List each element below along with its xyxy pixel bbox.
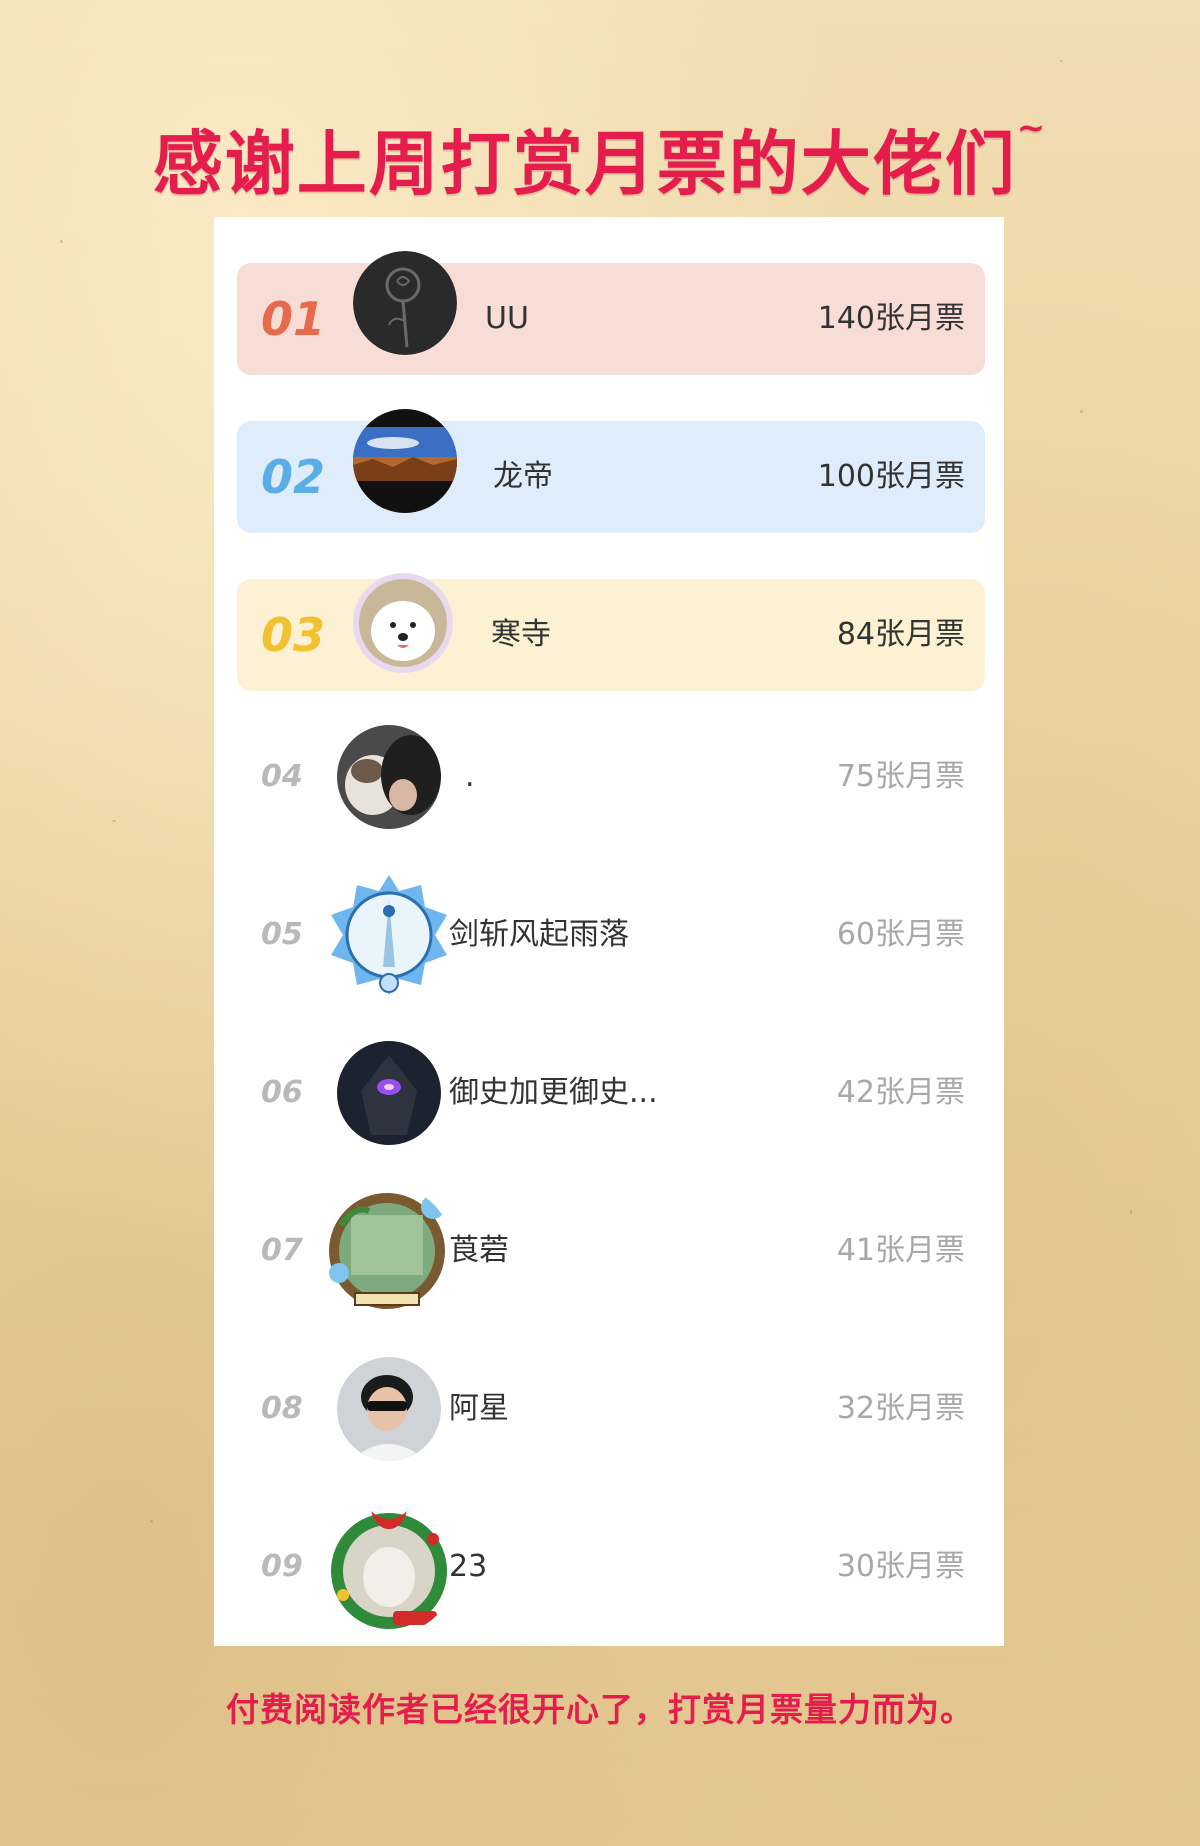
rank-number: 03: [261, 608, 326, 662]
footer-note: 付费阅读作者已经很开心了，打赏月票量力而为。: [226, 1690, 974, 1729]
dark-armor-avatar-icon: [337, 1041, 441, 1145]
vote-count: 100张月票: [817, 459, 965, 494]
user-name: 阿星: [449, 1391, 509, 1426]
user-name: 龙帝: [493, 459, 553, 494]
ranking-row-5[interactable]: 05 剑斩风起雨落 60张月票: [237, 875, 985, 995]
user-name: .: [465, 759, 475, 794]
vote-count: 84张月票: [836, 617, 965, 652]
rank-number: 09: [261, 1549, 303, 1584]
ranking-row-2[interactable]: 02 龙帝 100张月票: [237, 409, 985, 533]
user-name: 莨菪: [449, 1233, 509, 1268]
ice-crest-avatar-icon: [325, 871, 453, 999]
user-name: UU: [485, 301, 529, 336]
user-name: 御史加更御史...: [449, 1075, 658, 1110]
paper-speck: [60, 240, 63, 243]
paper-speck: [1060, 60, 1063, 62]
rose-avatar-icon: [353, 251, 457, 355]
ranking-row-9[interactable]: 09 23 30张月票: [237, 1511, 985, 1629]
ranking-row-3[interactable]: 03 寒寺 84张月票: [237, 573, 985, 691]
rank-number: 08: [261, 1391, 303, 1426]
ranking-row-7[interactable]: 07 莨菪 41张月票: [237, 1193, 985, 1309]
cat-and-person-avatar-icon: [337, 725, 441, 829]
user-name: 剑斩风起雨落: [449, 917, 629, 952]
rank-number: 05: [261, 917, 303, 952]
vote-count: 75张月票: [836, 759, 965, 794]
paper-speck: [112, 820, 116, 822]
user-name: 23: [449, 1549, 488, 1584]
landscape-avatar-icon: [353, 409, 457, 513]
user-name: 寒寺: [491, 617, 551, 652]
ranking-row-8[interactable]: 08 阿星 32张月票: [237, 1353, 985, 1465]
ranking-card: 01 UU 140张月票 02 龙帝 100张月票 03 寒寺 84张月票 04…: [214, 217, 1004, 1646]
ranking-row-1[interactable]: 01 UU 140张月票: [237, 251, 985, 375]
forest-wreath-avatar-icon: [321, 1185, 453, 1317]
ranking-row-4[interactable]: 04 . 75张月票: [237, 721, 985, 833]
paper-speck: [1080, 410, 1083, 413]
vote-count: 42张月票: [836, 1075, 965, 1110]
title-text: 感谢上周打赏月票的大佬们: [152, 123, 1017, 205]
vote-count: 140张月票: [817, 301, 965, 336]
vote-count: 60张月票: [836, 917, 965, 952]
paper-speck: [150, 1520, 153, 1523]
vote-count: 32张月票: [836, 1391, 965, 1426]
rank-number: 02: [261, 450, 326, 504]
vote-count: 41张月票: [836, 1233, 965, 1268]
rank-number: 07: [261, 1233, 303, 1268]
sunglasses-person-avatar-icon: [337, 1357, 441, 1461]
title-tilde: ~: [1016, 108, 1048, 148]
rank-number: 04: [261, 759, 303, 794]
rank-number: 06: [261, 1075, 303, 1110]
samoyed-dog-avatar-icon: [353, 573, 453, 673]
ranking-row-6[interactable]: 06 御史加更御史... 42张月票: [237, 1037, 985, 1149]
vote-count: 30张月票: [836, 1549, 965, 1584]
christmas-wreath-avatar-icon: [321, 1499, 457, 1635]
page-title: 感谢上周打赏月票的大佬们~: [0, 108, 1200, 209]
rank-number: 01: [261, 292, 326, 346]
paper-speck: [1130, 1210, 1132, 1214]
